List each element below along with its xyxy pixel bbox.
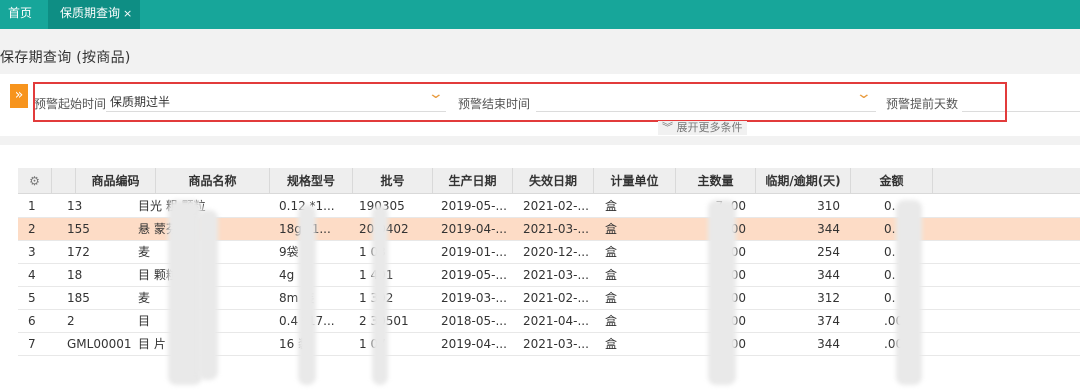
cell-days: 344 (817, 337, 840, 351)
header-quantity[interactable]: 主数量 (676, 168, 756, 194)
cell-amount: 0. (884, 291, 896, 305)
redaction-blur (372, 205, 388, 385)
header-name[interactable]: 商品名称 (156, 168, 270, 194)
cell-code: 155 (67, 222, 90, 236)
cell-unit: 盒 (605, 199, 618, 213)
cell-production-date: 2019-03-... (441, 291, 507, 305)
row-index: 5 (28, 291, 36, 305)
cell-days: 374 (817, 314, 840, 328)
cell-days: 254 (817, 245, 840, 259)
cell-code: GML00001 (67, 337, 132, 351)
table-header: ⚙ 商品编码 商品名称 规格型号 批号 生产日期 失效日期 计量单位 主数量 临… (18, 168, 1080, 194)
cell-unit: 盒 (605, 337, 618, 351)
cell-days: 344 (817, 222, 840, 236)
cell-amount: 0. (884, 199, 896, 213)
header-spec[interactable]: 规格型号 (270, 168, 353, 194)
cell-days: 312 (817, 291, 840, 305)
cell-days: 344 (817, 268, 840, 282)
header-production-date[interactable]: 生产日期 (433, 168, 513, 194)
cell-days: 310 (817, 199, 840, 213)
expand-sidebar-icon[interactable]: » (10, 84, 28, 108)
cell-code: 185 (67, 291, 90, 305)
cell-unit: 盒 (605, 314, 618, 328)
cell-amount: 0. (884, 245, 896, 259)
cell-production-date: 2019-01-... (441, 245, 507, 259)
row-index: 1 (28, 199, 36, 213)
row-index: 4 (28, 268, 36, 282)
cell-expiry-date: 2021-02-... (523, 199, 589, 213)
gear-icon[interactable]: ⚙ (18, 168, 52, 194)
cell-expiry-date: 2021-03-... (523, 268, 589, 282)
row-index: 2 (28, 222, 36, 236)
header-index (52, 168, 76, 194)
header-expiry-date[interactable]: 失效日期 (513, 168, 594, 194)
row-index: 6 (28, 314, 36, 328)
header-code[interactable]: 商品编码 (76, 168, 156, 194)
expand-more-conditions-link[interactable]: ︾ 展开更多条件 (658, 121, 747, 135)
cell-expiry-date: 2020-12-... (523, 245, 589, 259)
cell-code: 172 (67, 245, 90, 259)
redaction-blur (708, 200, 736, 385)
cell-amount: 0. (884, 222, 896, 236)
cell-unit: 盒 (605, 291, 618, 305)
highlight-annotation (33, 82, 1007, 122)
header-unit[interactable]: 计量单位 (594, 168, 676, 194)
cell-code: 13 (67, 199, 83, 213)
cell-production-date: 2018-05-... (441, 314, 507, 328)
cell-expiry-date: 2021-03-... (523, 222, 589, 236)
cell-expiry-date: 2021-04-... (523, 314, 589, 328)
cell-production-date: 2019-04-... (441, 337, 507, 351)
cell-production-date: 2019-05-... (441, 268, 507, 282)
cell-unit: 盒 (605, 245, 618, 259)
header-batch[interactable]: 批号 (353, 168, 433, 194)
header-days[interactable]: 临期/逾期(天) (756, 168, 851, 194)
top-tab-bar: 首页 保质期查询 × (0, 0, 1080, 29)
cell-production-date: 2019-05-... (441, 199, 507, 213)
cell-code: 18 (67, 268, 83, 282)
tab-home[interactable]: 首页 (0, 0, 40, 29)
close-icon[interactable]: × (123, 7, 132, 20)
row-index: 7 (28, 337, 36, 351)
expand-more-label: 展开更多条件 (676, 121, 743, 134)
row-index: 3 (28, 245, 36, 259)
cell-production-date: 2019-04-... (441, 222, 507, 236)
tab-shelf-life-query[interactable]: 保质期查询 × (48, 0, 140, 29)
chevron-double-down-icon: ︾ (662, 121, 673, 134)
redaction-blur (298, 205, 316, 385)
cell-expiry-date: 2021-02-... (523, 291, 589, 305)
cell-amount: 0. (884, 268, 896, 282)
redaction-blur (168, 200, 202, 385)
cell-unit: 盒 (605, 222, 618, 236)
header-amount[interactable]: 金额 (851, 168, 933, 194)
cell-expiry-date: 2021-03-... (523, 337, 589, 351)
cell-unit: 盒 (605, 268, 618, 282)
page-title: 保存期查询 (按商品) (0, 50, 131, 66)
tab-shelf-life-query-label: 保质期查询 (60, 6, 121, 20)
redaction-blur (198, 210, 218, 380)
cell-code: 2 (67, 314, 75, 328)
redaction-blur (896, 200, 922, 385)
